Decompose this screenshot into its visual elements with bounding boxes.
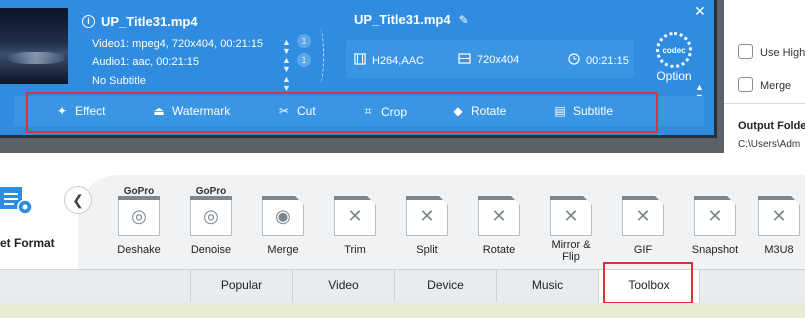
tab-device[interactable]: Device [394, 270, 496, 302]
codec-option-button[interactable]: codec Option [652, 32, 696, 84]
format-split[interactable]: ✕ Split [396, 187, 458, 256]
rotate-button[interactable]: ◆ Rotate [451, 104, 506, 118]
use-high-label: Use High [760, 47, 805, 59]
target-format-icon[interactable] [0, 183, 36, 217]
camera-lens-icon: ◎ [203, 205, 219, 226]
chevron-left-icon[interactable]: ❮ [64, 186, 92, 214]
format-rotate[interactable]: ✕ Rotate [468, 187, 530, 256]
tools-icon: ✕ [491, 205, 507, 226]
merge-label: Merge [760, 80, 792, 92]
webcam-icon: ◉ [275, 205, 291, 226]
tools-icon: ✕ [419, 205, 435, 226]
format-deshake[interactable]: GoPro ◎ Deshake [108, 187, 170, 257]
audio-stream-stepper[interactable]: ▲ ▼ [282, 56, 291, 74]
bottom-strip [0, 303, 805, 318]
tab-music[interactable]: Music [496, 270, 598, 302]
video-stream-count: 1 [297, 34, 311, 48]
target-format-label: et Format [0, 236, 55, 250]
output-folder-path[interactable]: C:\Users\Adm [738, 139, 800, 150]
audio-stream-info: Audio1: aac, 00:21:15 [92, 56, 200, 68]
stamp-icon: ⏏ [153, 104, 165, 118]
pencil-icon[interactable]: ✎ [459, 13, 469, 27]
tab-video[interactable]: Video [292, 270, 394, 302]
rotate-icon: ◆ [453, 104, 463, 118]
output-folder-label: Output Folde [738, 120, 805, 132]
crop-button[interactable]: ⌗ Crop [361, 104, 407, 119]
settings-panel: Use High Merge Output Folde C:\Users\Adm [724, 0, 805, 153]
format-gif[interactable]: ✕ GIF [612, 187, 674, 256]
format-m3u8[interactable]: ✕ M3U8 [754, 187, 804, 256]
codec-gear-icon: codec [656, 32, 692, 68]
format-trim[interactable]: ✕ Trim [324, 187, 386, 256]
close-icon[interactable]: ✕ [694, 3, 706, 20]
scissors-icon: ✂ [278, 104, 290, 118]
source-title: UP_Title31.mp4 [101, 13, 198, 29]
video-thumbnail[interactable] [0, 8, 68, 84]
output-title[interactable]: UP_Title31.mp4 [354, 12, 451, 27]
subtitle-icon: ▤ [554, 104, 566, 118]
tools-icon: ✕ [563, 205, 579, 226]
audio-stream-count: 1 [297, 53, 311, 67]
cut-button[interactable]: ✂ Cut [277, 104, 316, 118]
codec-option-label: Option [656, 69, 692, 83]
output-resolution: 720x404 [477, 54, 520, 66]
format-merge[interactable]: ◉ Merge [252, 187, 314, 256]
tools-icon: ✕ [347, 205, 363, 226]
format-denoise[interactable]: GoPro ◎ Denoise [180, 187, 242, 256]
divider [724, 103, 805, 104]
watermark-button[interactable]: ⏏ Watermark [152, 104, 230, 118]
subtitle-button[interactable]: ▤ Subtitle [553, 104, 613, 118]
format-mirror-flip[interactable]: ✕ Mirror & Flip [540, 187, 602, 263]
tools-icon: ✕ [707, 205, 723, 226]
video-stream-info: Video1: mpeg4, 720x404, 00:21:15 [92, 38, 264, 50]
tab-popular[interactable]: Popular [190, 270, 292, 302]
resolution-icon [458, 53, 471, 67]
output-codec: H264,AAC [372, 54, 424, 67]
format-snapshot[interactable]: ✕ Snapshot [684, 187, 746, 256]
subtitle-stepper[interactable]: ▲ ▼ [282, 75, 291, 93]
clock-icon [568, 53, 580, 68]
crop-icon: ⌗ [364, 104, 372, 118]
merge-checkbox[interactable] [738, 77, 753, 92]
source-info: i UP_Title31.mp4 [82, 12, 332, 30]
effect-button[interactable]: ✦ Effect [55, 104, 106, 118]
tab-highlight-box [603, 262, 693, 304]
subtitle-info: No Subtitle [92, 75, 146, 87]
use-high-checkbox[interactable] [738, 44, 753, 59]
output-duration: 00:21:15 [586, 54, 629, 67]
tools-icon: ✕ [635, 205, 651, 226]
camera-lens-icon: ◎ [131, 205, 147, 226]
video-stream-stepper[interactable]: ▲ ▼ [282, 38, 291, 56]
output-info-panel: H264,AAC 720x404 00:21:15 [346, 40, 634, 78]
magic-wand-icon: ✦ [56, 104, 68, 118]
film-icon [354, 53, 366, 68]
source-output-divider [316, 28, 324, 84]
tools-icon: ✕ [771, 205, 787, 226]
info-icon[interactable]: i [82, 14, 95, 28]
